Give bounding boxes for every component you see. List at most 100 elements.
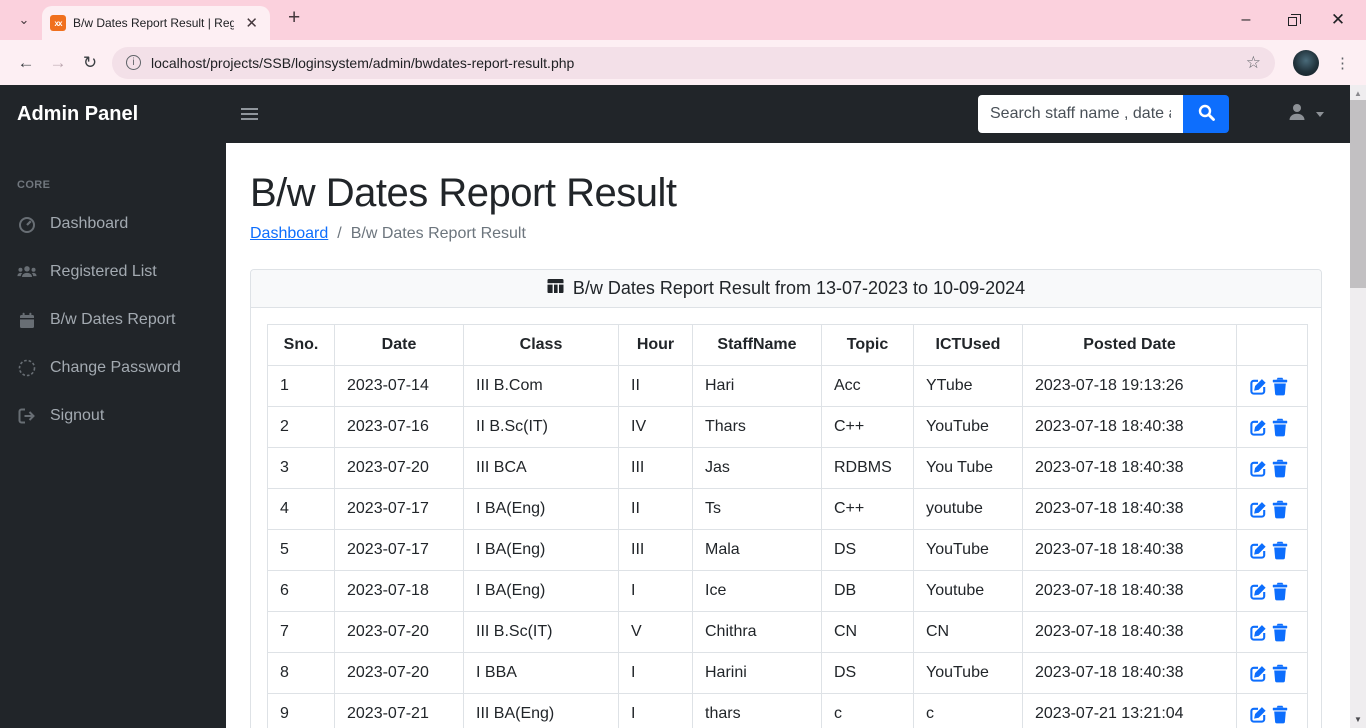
tab-close-icon[interactable]: ✕ xyxy=(241,14,262,33)
address-bar[interactable]: i localhost/projects/SSB/loginsystem/adm… xyxy=(112,46,1275,79)
table-cell: DS xyxy=(821,529,914,571)
edit-icon[interactable] xyxy=(1249,582,1268,601)
edit-icon[interactable] xyxy=(1249,500,1268,519)
row-actions-cell xyxy=(1236,693,1308,728)
sidebar-toggle-icon[interactable] xyxy=(235,99,264,129)
search-input[interactable] xyxy=(978,95,1183,133)
browser-toolbar: ← → ↻ i localhost/projects/SSB/loginsyst… xyxy=(0,40,1366,85)
reload-button[interactable]: ↻ xyxy=(74,47,106,79)
search-button[interactable] xyxy=(1183,95,1229,133)
column-header: StaffName xyxy=(692,324,822,366)
column-header: Topic xyxy=(821,324,914,366)
table-cell: CN xyxy=(913,611,1023,653)
sidebar-item-label: Signout xyxy=(50,407,105,424)
browser-tab[interactable]: xx B/w Dates Report Result | Regis ✕ xyxy=(42,6,270,40)
sidebar-item-bw-dates-report[interactable]: B/w Dates Report xyxy=(0,296,226,344)
table-cell: I xyxy=(618,693,693,728)
table-cell: 1 xyxy=(267,365,335,407)
table-cell: III xyxy=(618,529,693,571)
sidebar-item-registered-list[interactable]: Registered List xyxy=(0,248,226,296)
row-actions-cell xyxy=(1236,365,1308,407)
table-cell: 2023-07-14 xyxy=(334,365,464,407)
table-cell: 2023-07-21 xyxy=(334,693,464,728)
table-cell: 2023-07-18 18:40:38 xyxy=(1022,652,1237,694)
sidebar-item-label: Registered List xyxy=(50,263,157,280)
report-card: B/w Dates Report Result from 13-07-2023 … xyxy=(250,269,1322,728)
trash-icon[interactable] xyxy=(1272,582,1288,601)
table-cell: I BBA xyxy=(463,652,619,694)
table-cell: YTube xyxy=(913,365,1023,407)
table-cell: c xyxy=(913,693,1023,728)
sidebar-item-signout[interactable]: Signout xyxy=(0,392,226,440)
scrollbar-down-icon[interactable]: ▼ xyxy=(1350,712,1366,726)
close-button[interactable]: ✕ xyxy=(1330,10,1346,29)
table-cell: 2023-07-16 xyxy=(334,406,464,448)
edit-icon[interactable] xyxy=(1249,705,1268,724)
table-row: 4 2023-07-17 I BA(Eng) II Ts C++ youtube 2023-0… xyxy=(267,488,1308,530)
url-text[interactable]: localhost/projects/SSB/loginsystem/admin… xyxy=(151,55,1236,71)
table-cell: 6 xyxy=(267,570,335,612)
table-cell: YouTube xyxy=(913,529,1023,571)
edit-icon[interactable] xyxy=(1249,664,1268,683)
table-cell: 2023-07-18 18:40:38 xyxy=(1022,488,1237,530)
edit-icon[interactable] xyxy=(1249,459,1268,478)
chevron-down-icon xyxy=(1316,111,1324,117)
table-cell: 2023-07-18 18:40:38 xyxy=(1022,611,1237,653)
table-cell: I xyxy=(618,570,693,612)
sidebar-item-dashboard[interactable]: Dashboard xyxy=(0,200,226,248)
column-header: Date xyxy=(334,324,464,366)
table-cell: DS xyxy=(821,652,914,694)
back-button[interactable]: ← xyxy=(10,47,42,79)
scrollbar-thumb[interactable] xyxy=(1350,100,1366,288)
page-info-icon[interactable]: i xyxy=(126,55,141,70)
user-menu[interactable] xyxy=(1285,100,1324,129)
tab-search-chevron-icon[interactable]: ⌄ xyxy=(10,6,38,34)
row-actions-cell xyxy=(1236,570,1308,612)
page-scrollbar[interactable]: ▲ ▼ xyxy=(1350,85,1366,728)
user-icon xyxy=(1285,100,1309,129)
trash-icon[interactable] xyxy=(1272,623,1288,642)
trash-icon[interactable] xyxy=(1272,500,1288,519)
column-header: ICTUsed xyxy=(913,324,1023,366)
bookmark-star-icon[interactable]: ☆ xyxy=(1246,53,1261,73)
calendar-icon xyxy=(17,312,37,329)
table-cell: You Tube xyxy=(913,447,1023,489)
restore-button[interactable] xyxy=(1284,12,1301,28)
table-cell: 2023-07-18 18:40:38 xyxy=(1022,406,1237,448)
table-cell: II B.Sc(IT) xyxy=(463,406,619,448)
edit-icon[interactable] xyxy=(1249,377,1268,396)
profile-avatar[interactable] xyxy=(1293,49,1319,76)
table-cell: 2023-07-18 18:40:38 xyxy=(1022,447,1237,489)
table-row: 6 2023-07-18 I BA(Eng) I Ice DB Youtube 2023-07… xyxy=(267,570,1308,612)
table-row: 2 2023-07-16 II B.Sc(IT) IV Thars C++ YouTube 2… xyxy=(267,406,1308,448)
trash-icon[interactable] xyxy=(1272,664,1288,683)
forward-button[interactable]: → xyxy=(42,47,74,79)
trash-icon[interactable] xyxy=(1272,459,1288,478)
trash-icon[interactable] xyxy=(1272,705,1288,724)
new-tab-button[interactable]: + xyxy=(280,6,308,34)
table-cell: CN xyxy=(821,611,914,653)
table-cell: 2023-07-17 xyxy=(334,488,464,530)
column-header: Posted Date xyxy=(1022,324,1237,366)
breadcrumb-dashboard-link[interactable]: Dashboard xyxy=(250,225,328,243)
edit-icon[interactable] xyxy=(1249,418,1268,437)
report-table-body: 1 2023-07-14 III B.Com II Hari Acc YTube 2023-0… xyxy=(267,365,1308,728)
scrollbar-up-icon[interactable]: ▲ xyxy=(1350,86,1366,100)
trash-icon[interactable] xyxy=(1272,418,1288,437)
signout-icon xyxy=(17,408,37,424)
table-cell: 7 xyxy=(267,611,335,653)
table-cell: YouTube xyxy=(913,406,1023,448)
trash-icon[interactable] xyxy=(1272,541,1288,560)
minimize-button[interactable]: – xyxy=(1238,11,1254,28)
table-cell: I xyxy=(618,652,693,694)
column-header xyxy=(1236,324,1308,366)
edit-icon[interactable] xyxy=(1249,623,1268,642)
column-header: Class xyxy=(463,324,619,366)
sidebar-item-change-password[interactable]: Change Password xyxy=(0,344,226,392)
browser-menu-icon[interactable]: ⋮ xyxy=(1329,54,1356,72)
app-area: Admin Panel CORE xyxy=(0,85,1366,728)
edit-icon[interactable] xyxy=(1249,541,1268,560)
trash-icon[interactable] xyxy=(1272,377,1288,396)
row-actions-cell xyxy=(1236,488,1308,530)
users-icon xyxy=(17,264,37,280)
